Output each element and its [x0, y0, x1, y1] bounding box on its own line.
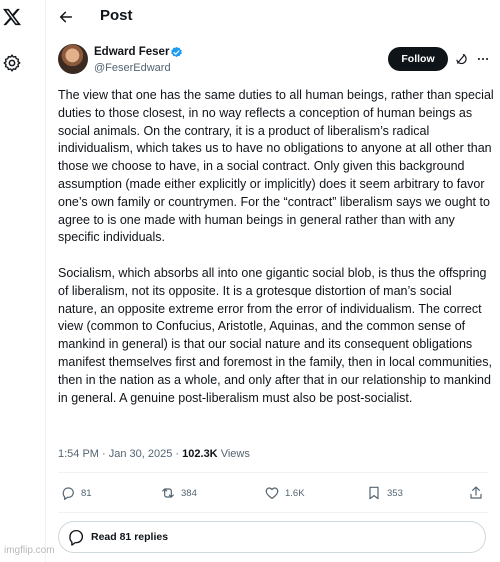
read-replies-label: Read 81 replies	[91, 531, 169, 543]
grok-icon[interactable]	[454, 52, 468, 66]
like-icon	[265, 487, 279, 499]
divider	[58, 472, 488, 473]
reply-bubble-icon	[69, 529, 84, 546]
x-logo-icon[interactable]	[2, 6, 22, 28]
like-button[interactable]: 1.6K	[264, 485, 305, 501]
repost-count: 384	[181, 487, 197, 499]
bookmark-icon	[369, 486, 379, 500]
meta-separator: ·	[175, 448, 180, 460]
share-button[interactable]	[468, 485, 484, 501]
author-handle[interactable]: @FeserEdward	[94, 62, 171, 74]
more-icon[interactable]	[476, 52, 490, 66]
bookmark-button[interactable]: 353	[366, 485, 403, 501]
tweet-paragraph-2: Socialism, which absorbs all into one gi…	[58, 265, 492, 405]
like-count: 1.6K	[285, 487, 305, 499]
page-header: Post	[46, 0, 500, 36]
read-replies-button[interactable]: Read 81 replies	[58, 521, 486, 553]
repost-icon	[162, 488, 174, 498]
tweet-author: Edward Feser @FeserEdward Follow	[58, 44, 490, 78]
reply-count: 81	[81, 487, 92, 499]
left-rail	[0, 0, 46, 562]
tweet-paragraph-1: The view that one has the same duties to…	[58, 88, 494, 245]
author-display-name[interactable]: Edward Feser	[94, 46, 169, 58]
verified-badge-icon	[171, 46, 182, 58]
follow-button[interactable]: Follow	[388, 47, 448, 71]
tweet-text: The view that one has the same duties to…	[58, 87, 494, 407]
bookmark-count: 353	[387, 487, 403, 499]
watermark: imgflip.com	[4, 545, 55, 556]
settings-icon[interactable]	[2, 53, 22, 73]
back-arrow-icon[interactable]	[58, 9, 74, 25]
views-count: 102.3K	[182, 448, 218, 460]
reply-icon	[62, 487, 74, 500]
share-icon	[470, 486, 482, 499]
page-title: Post	[100, 7, 133, 24]
reply-button[interactable]: 81	[60, 485, 92, 501]
views-label: Views	[220, 448, 250, 460]
divider	[58, 512, 488, 513]
tweet-timestamp[interactable]: 1:54 PM · Jan 30, 2025	[58, 448, 172, 460]
tweet-meta: 1:54 PM · Jan 30, 2025 · 102.3K Views	[58, 448, 250, 460]
repost-button[interactable]: 384	[160, 485, 197, 501]
avatar[interactable]	[58, 44, 88, 74]
tweet-actions: 81 384 1.6K 353	[58, 485, 488, 505]
